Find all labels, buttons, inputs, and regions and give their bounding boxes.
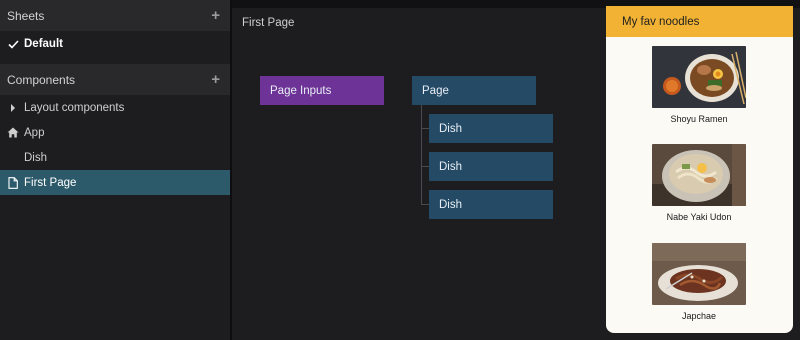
dish-caption: Nabe Yaki Udon <box>666 212 732 222</box>
sidebar-item-label: Dish <box>24 151 48 164</box>
udon-photo <box>652 144 746 206</box>
preview-header: My fav noodles <box>606 6 793 37</box>
sheets-header: Sheets + <box>0 0 230 31</box>
dish-card[interactable]: Japchae <box>652 243 746 321</box>
dish-node[interactable]: Dish <box>429 190 553 219</box>
dish-card[interactable]: Shoyu Ramen <box>652 46 746 124</box>
sidebar-item-app[interactable]: App <box>0 120 230 145</box>
sidebar-item-dish[interactable]: Dish <box>0 145 230 170</box>
sheet-item-default[interactable]: Default <box>0 31 230 57</box>
japchae-photo <box>652 243 746 305</box>
node-label: Dish <box>439 122 463 135</box>
node-label: Page Inputs <box>270 84 332 97</box>
node-label: Dish <box>439 160 463 173</box>
node-label: Page <box>422 84 449 97</box>
sidebar-item-layout-components[interactable]: Layout components <box>0 95 230 120</box>
dish-node[interactable]: Dish <box>429 152 553 181</box>
components-title: Components <box>7 72 76 87</box>
add-sheet-button[interactable]: + <box>211 8 220 23</box>
home-icon <box>5 127 21 138</box>
tree-connector <box>421 166 429 167</box>
check-icon <box>5 39 21 49</box>
dish-node[interactable]: Dish <box>429 114 553 143</box>
page-icon <box>5 176 21 189</box>
preview-title: My fav noodles <box>622 15 700 28</box>
ramen-photo <box>652 46 746 108</box>
dish-card[interactable]: Nabe Yaki Udon <box>652 144 746 222</box>
sidebar-item-label: Layout components <box>24 101 125 114</box>
page-node[interactable]: Page <box>412 76 536 105</box>
dish-caption: Shoyu Ramen <box>670 114 728 124</box>
sheet-label: Default <box>24 38 63 50</box>
node-label: Dish <box>439 198 463 211</box>
sheets-title: Sheets <box>7 8 45 23</box>
page-inputs-node[interactable]: Page Inputs <box>260 76 384 105</box>
sidebar-item-first-page[interactable]: First Page <box>0 170 230 195</box>
sidebar: Sheets + Default Components + Layout com… <box>0 0 230 340</box>
tree-connector <box>421 204 429 205</box>
caret-right-icon <box>5 103 21 112</box>
components-header: Components + <box>0 64 230 95</box>
sidebar-item-label: First Page <box>24 176 77 189</box>
sidebar-item-label: App <box>24 126 45 139</box>
dish-caption: Japchae <box>681 311 717 321</box>
add-component-button[interactable]: + <box>211 72 220 87</box>
tree-connector <box>421 128 429 129</box>
preview-panel: My fav noodles Shoyu Ramen Nabe Yaki Udo… <box>606 6 793 333</box>
canvas-title: First Page <box>242 17 295 29</box>
tree-connector <box>421 105 422 204</box>
